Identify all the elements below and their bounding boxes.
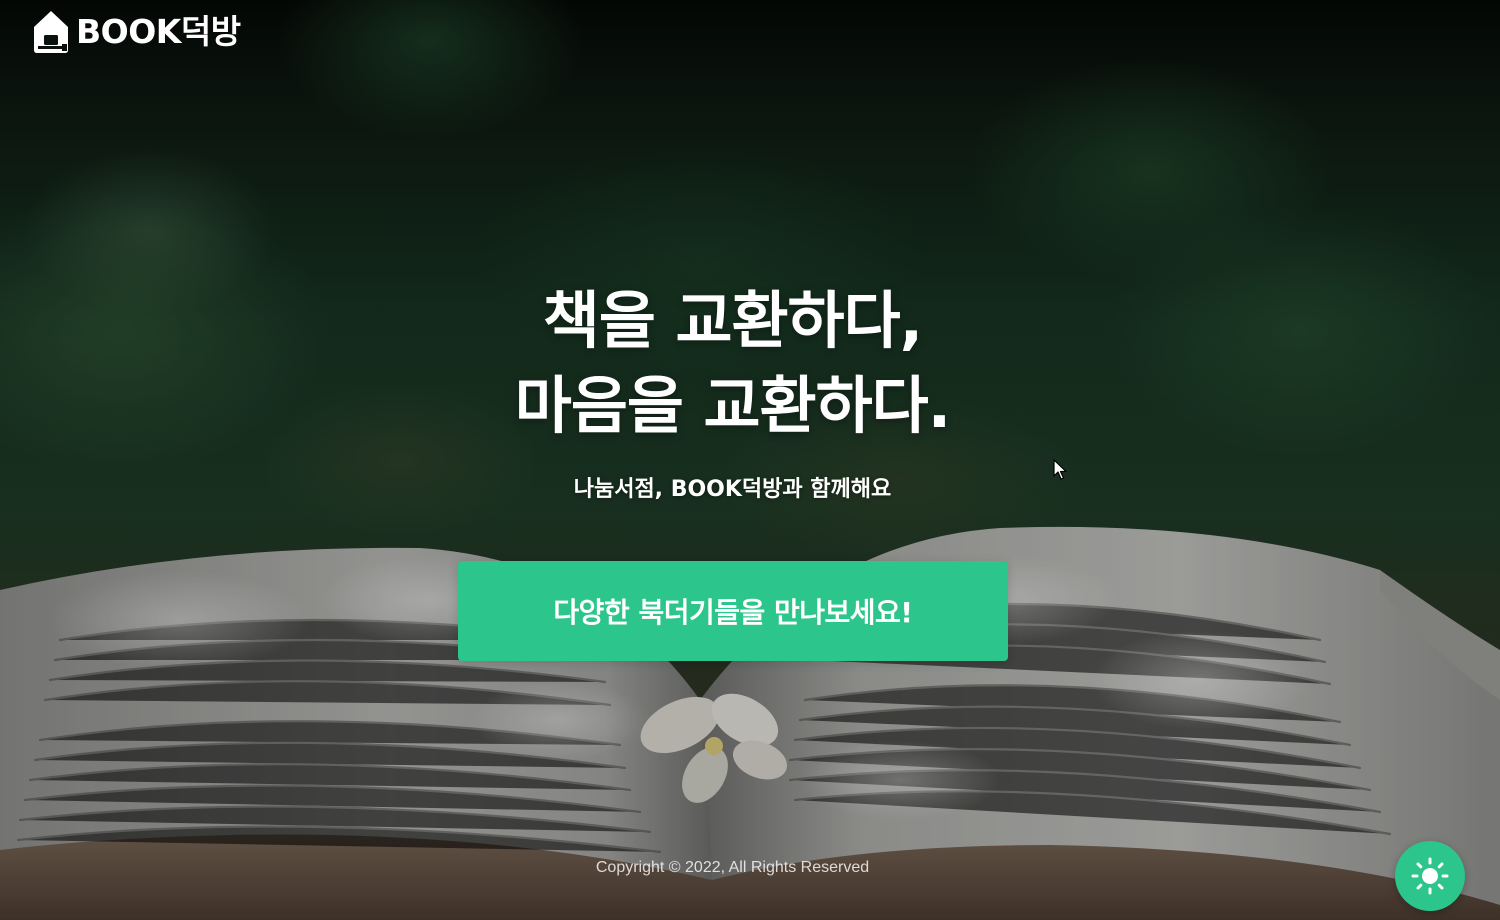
logo-text: BOOK덕방 — [76, 12, 241, 51]
explore-book-owners-button[interactable]: 다양한 북더기들을 만나보세요! — [458, 561, 1008, 661]
hero-subtitle: 나눔서점, BOOK덕방과 함께해요 — [573, 477, 892, 502]
background-overlay — [0, 0, 1500, 920]
theme-toggle-button[interactable] — [1395, 841, 1465, 911]
sun-icon — [1411, 857, 1449, 895]
landing-page: BOOK덕방 책을 교환하다, 마음을 교환하다. 나눔서점, BOOK덕방과 … — [0, 0, 1500, 920]
logo-link[interactable]: BOOK덕방 — [32, 9, 241, 55]
hero-title-line1: 책을 교환하다, — [542, 284, 923, 357]
hero-title-line2: 마음을 교환하다. — [514, 369, 951, 442]
mouse-cursor-icon — [1053, 459, 1067, 480]
copyright-text: Copyright © 2022, All Rights Reserved — [595, 859, 870, 876]
house-book-icon — [34, 11, 68, 53]
